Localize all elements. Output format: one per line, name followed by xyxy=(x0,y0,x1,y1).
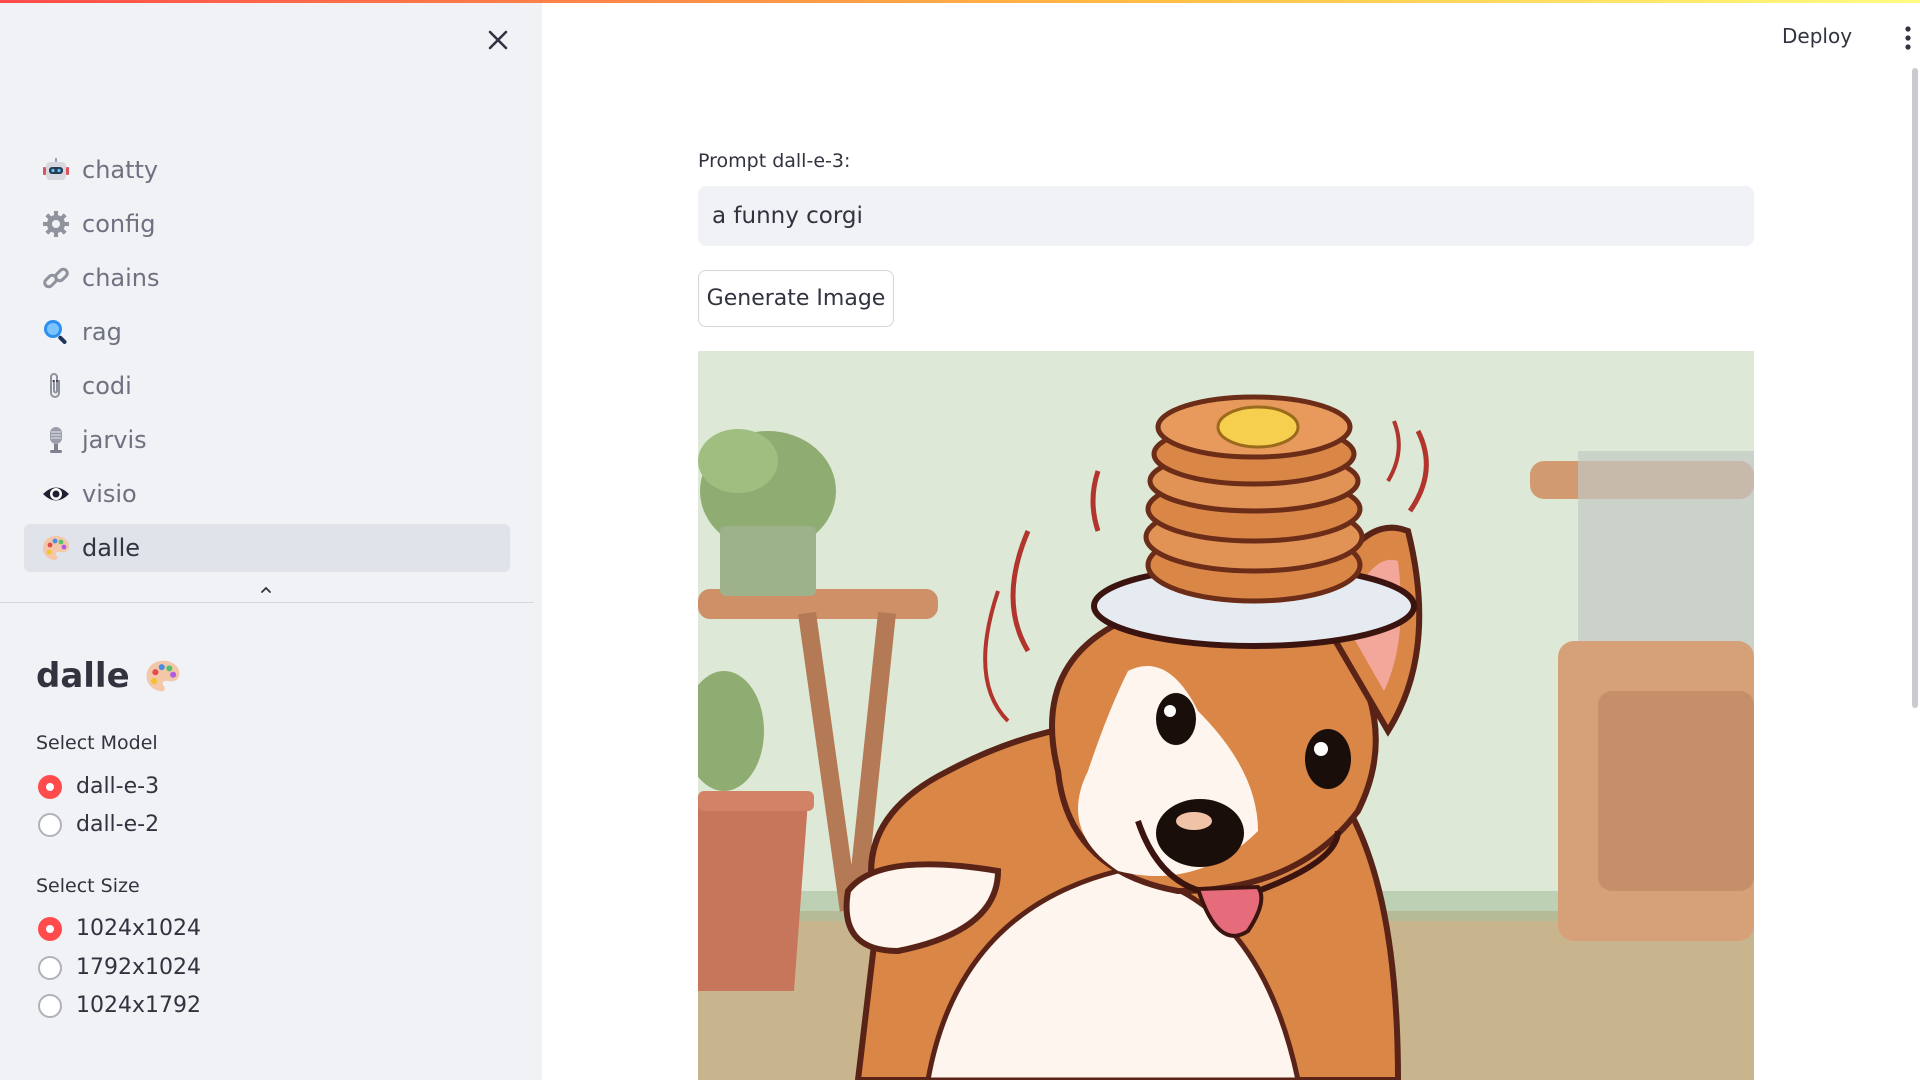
kebab-menu-icon xyxy=(1905,26,1911,50)
radio-label: dall-e-3 xyxy=(76,774,160,799)
gear-icon xyxy=(40,208,72,240)
nav-label: config xyxy=(82,210,156,238)
sidebar-title-text: dalle xyxy=(36,656,130,696)
main-menu-button[interactable] xyxy=(1896,24,1920,52)
select-model-label: Select Model xyxy=(36,732,158,754)
magnifier-icon xyxy=(40,316,72,348)
generated-image xyxy=(698,351,1754,1080)
link-icon xyxy=(40,262,72,294)
nav-item-rag[interactable]: rag xyxy=(24,308,510,356)
nav-item-jarvis[interactable]: jarvis xyxy=(24,416,510,464)
nav-label: chains xyxy=(82,264,160,292)
prompt-input[interactable] xyxy=(698,186,1754,246)
radio-label: 1024x1024 xyxy=(76,916,201,941)
radio-button-checked[interactable] xyxy=(38,916,62,941)
close-sidebar-button[interactable] xyxy=(482,24,514,56)
paperclip-icon xyxy=(40,370,72,402)
nav-label: dalle xyxy=(82,534,141,562)
radio-model-dall-e-2[interactable]: dall-e-2 xyxy=(38,812,159,837)
robot-icon xyxy=(40,154,72,186)
radio-label: dall-e-2 xyxy=(76,812,160,837)
top-decoration-bar xyxy=(0,0,1920,3)
radio-size-1024x1024[interactable]: 1024x1024 xyxy=(38,916,201,941)
nav-label: jarvis xyxy=(82,426,147,454)
generate-image-button[interactable]: Generate Image xyxy=(698,270,894,327)
sidebar: chatty config chains rag codi jarvis vis… xyxy=(0,0,542,1080)
microphone-icon xyxy=(40,424,72,456)
sidebar-divider xyxy=(0,602,534,603)
radio-button[interactable] xyxy=(38,955,62,980)
radio-size-1792x1024[interactable]: 1792x1024 xyxy=(38,955,201,980)
collapse-nav-button[interactable] xyxy=(256,580,276,600)
page-navigation: chatty config chains rag codi jarvis vis… xyxy=(24,146,510,578)
sidebar-section-title: dalle xyxy=(36,656,182,696)
nav-item-codi[interactable]: codi xyxy=(24,362,510,410)
page-scrollbar[interactable] xyxy=(1912,68,1918,708)
nav-item-chains[interactable]: chains xyxy=(24,254,510,302)
nav-item-visio[interactable]: visio xyxy=(24,470,510,518)
nav-label: rag xyxy=(82,318,122,346)
nav-item-config[interactable]: config xyxy=(24,200,510,248)
select-size-label: Select Size xyxy=(36,875,140,897)
nav-label: chatty xyxy=(82,156,159,184)
nav-label: visio xyxy=(82,480,137,508)
radio-model-dall-e-3[interactable]: dall-e-3 xyxy=(38,774,159,799)
chevron-up-icon xyxy=(261,586,271,593)
close-icon xyxy=(488,30,508,50)
deploy-button[interactable]: Deploy xyxy=(1782,22,1852,50)
radio-button[interactable] xyxy=(38,993,62,1018)
palette-icon xyxy=(40,532,72,564)
radio-size-1024x1792[interactable]: 1024x1792 xyxy=(38,993,201,1018)
app-header-actions: Deploy xyxy=(1720,22,1920,62)
radio-button[interactable] xyxy=(38,812,62,837)
palette-icon xyxy=(144,657,182,695)
prompt-label: Prompt dall-e-3: xyxy=(698,150,851,172)
nav-item-chatty[interactable]: chatty xyxy=(24,146,510,194)
radio-label: 1792x1024 xyxy=(76,955,201,980)
nav-item-dalle[interactable]: dalle xyxy=(24,524,510,572)
radio-button-checked[interactable] xyxy=(38,774,62,799)
eye-icon xyxy=(40,478,72,510)
radio-label: 1024x1792 xyxy=(76,993,201,1018)
nav-label: codi xyxy=(82,372,132,400)
